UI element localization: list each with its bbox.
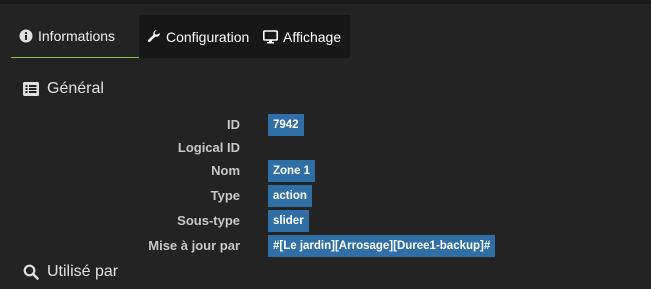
field-value: slider xyxy=(268,210,309,232)
info-row-type: Type action xyxy=(0,185,651,207)
section-general-title: Général xyxy=(23,80,104,98)
search-icon xyxy=(23,264,39,280)
info-row-mise-a-jour-par: Mise à jour par #[Le jardin][Arrosage][D… xyxy=(0,235,651,257)
tab-affichage[interactable]: Affichage xyxy=(255,15,350,58)
field-value: #[Le jardin][Arrosage][Duree1-backup]# xyxy=(268,235,496,257)
info-row-id: ID 7942 xyxy=(0,114,651,136)
field-value: 7942 xyxy=(268,114,304,136)
field-label: Type xyxy=(210,188,240,203)
section-used-by-title: Utilisé par xyxy=(23,263,118,281)
field-label: Nom xyxy=(211,163,240,178)
field-label: Logical ID xyxy=(177,140,240,155)
field-label: Sous-type xyxy=(177,213,240,228)
tab-configuration[interactable]: Configuration xyxy=(139,15,255,58)
top-border xyxy=(0,0,651,4)
info-circle-icon xyxy=(19,29,33,43)
monitor-icon xyxy=(263,29,278,44)
field-value: Zone 1 xyxy=(268,160,316,182)
field-value: action xyxy=(268,185,312,207)
info-row-logical-id: Logical ID xyxy=(0,137,651,159)
tab-bar: Informations Configuration Affichage xyxy=(11,15,350,58)
list-icon xyxy=(23,82,39,96)
info-row-sous-type: Sous-type slider xyxy=(0,210,651,232)
wrench-icon xyxy=(147,29,161,44)
tab-affichage-label: Affichage xyxy=(283,28,342,45)
section-used-by-label: Utilisé par xyxy=(47,263,119,280)
field-label: ID xyxy=(227,117,240,132)
field-label: Mise à jour par xyxy=(148,238,240,253)
section-general-label: Général xyxy=(47,80,104,97)
tab-configuration-label: Configuration xyxy=(166,28,250,45)
tab-informations-label: Informations xyxy=(38,28,116,44)
tab-informations[interactable]: Informations xyxy=(11,15,139,58)
info-row-nom: Nom Zone 1 xyxy=(0,160,651,182)
